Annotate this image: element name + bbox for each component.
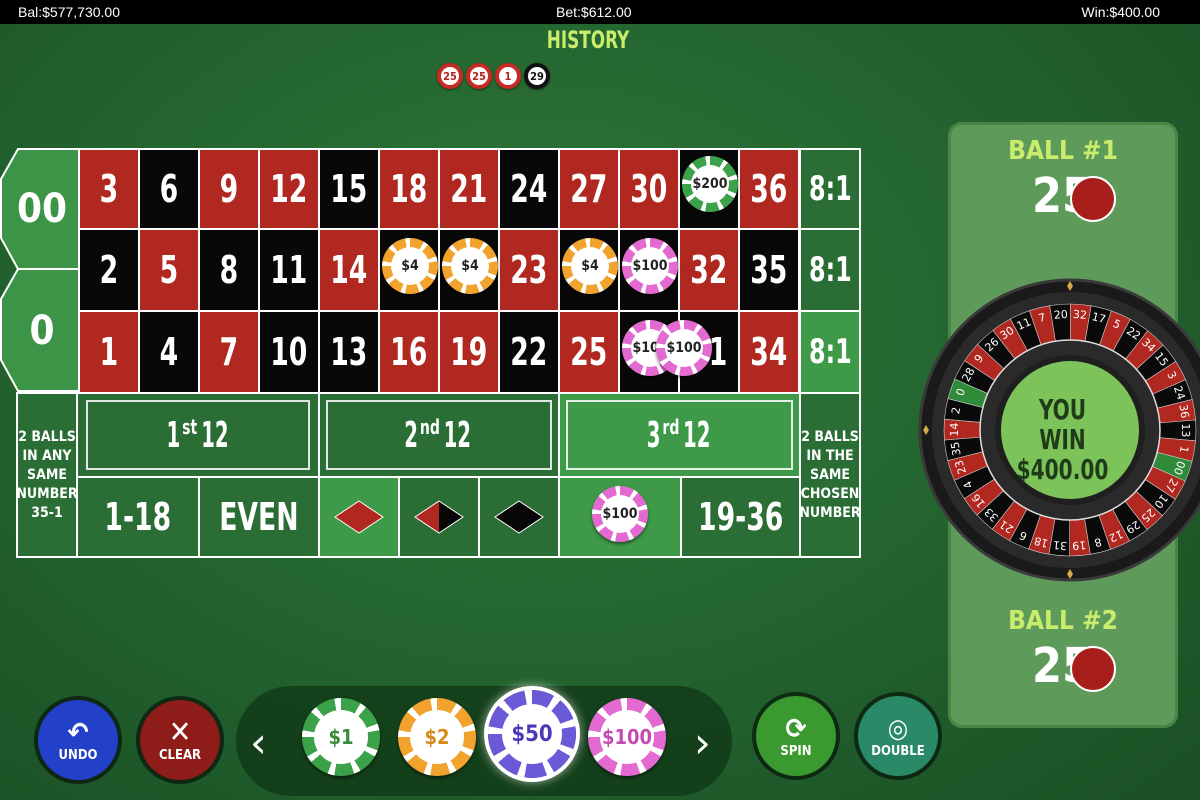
placed-chip: $100: [656, 320, 712, 376]
undo-button[interactable]: ↶ UNDO: [38, 700, 118, 780]
balance-display: Bal:$577,730.00: [18, 4, 120, 20]
column-bet-bottom[interactable]: 8:1: [799, 310, 861, 394]
number-cell-5[interactable]: 5: [138, 228, 200, 312]
history-ball: 29: [524, 63, 550, 89]
red-bet[interactable]: [318, 476, 400, 558]
bet-00-label: 00: [16, 186, 68, 232]
placed-chip: $4: [382, 238, 438, 294]
column-bet-middle[interactable]: 8:1: [799, 228, 861, 312]
wheel-number: 20: [1053, 308, 1068, 322]
bet-00[interactable]: 00: [0, 148, 80, 270]
spin-button[interactable]: ⟳ SPIN: [756, 696, 836, 776]
placed-chip: $100: [592, 486, 648, 542]
placed-chip: $4: [442, 238, 498, 294]
ball-2-color: [1070, 646, 1116, 692]
number-cell-3[interactable]: 3: [78, 148, 140, 230]
black-bet[interactable]: [478, 476, 560, 558]
ball-1-color: [1070, 176, 1116, 222]
wheel-number: 32: [1072, 308, 1087, 322]
number-cell-30[interactable]: 30: [618, 148, 680, 230]
number-cell-25[interactable]: 25: [558, 310, 620, 394]
number-cell-4[interactable]: 4: [138, 310, 200, 394]
dozen-2-bet[interactable]: 2nd 12: [318, 392, 560, 478]
dozen-3-bet[interactable]: 3rd 12: [558, 392, 801, 478]
number-cell-35[interactable]: 35: [738, 228, 800, 312]
top-status-bar: Bal:$577,730.00 Bet:$612.00 Win:$400.00: [0, 0, 1200, 24]
number-cell-16[interactable]: 16: [378, 310, 440, 394]
clear-button[interactable]: ✕ CLEAR: [140, 700, 220, 780]
bet-display: Bet:$612.00: [556, 4, 632, 20]
wheel-number: 35: [948, 441, 963, 457]
chip-50-button[interactable]: $50: [488, 690, 576, 778]
ball-2-title: BALL #2: [1008, 606, 1118, 636]
any-same-number-bet[interactable]: 2 BALLS IN ANY SAME NUMBER 35-1: [16, 392, 78, 558]
chip-100-button[interactable]: $100: [588, 698, 666, 776]
wheel-number: 31: [1053, 538, 1068, 552]
history-ball: 25: [466, 63, 492, 89]
number-cell-27[interactable]: 27: [558, 148, 620, 230]
number-cell-9[interactable]: 9: [198, 148, 260, 230]
chip-1-button[interactable]: $1: [302, 698, 380, 776]
double-button[interactable]: ◎ DOUBLE: [858, 696, 938, 776]
number-cell-24[interactable]: 24: [498, 148, 560, 230]
number-cell-8[interactable]: 8: [198, 228, 260, 312]
low-bet[interactable]: 1-18: [76, 476, 200, 558]
number-cell-11[interactable]: 11: [258, 228, 320, 312]
number-cell-6[interactable]: 6: [138, 148, 200, 230]
history-title: HISTORY: [546, 26, 630, 54]
number-cell-21[interactable]: 21: [438, 148, 500, 230]
undo-icon: ↶: [67, 715, 89, 749]
placed-chip: $100: [622, 238, 678, 294]
number-cell-14[interactable]: 14: [318, 228, 380, 312]
wheel-number: 14: [948, 423, 961, 437]
split-color-bet[interactable]: [398, 476, 480, 558]
win-message: YOU WIN $400.00: [1016, 393, 1109, 486]
close-icon: ✕: [168, 714, 192, 750]
red-diamond-icon: [334, 500, 384, 534]
chip-2-button[interactable]: $2: [398, 698, 476, 776]
even-bet[interactable]: EVEN: [198, 476, 320, 558]
number-cell-7[interactable]: 7: [198, 310, 260, 394]
number-cell-15[interactable]: 15: [318, 148, 380, 230]
ball-1-title: BALL #1: [1008, 136, 1118, 166]
bet-0-label: 0: [29, 308, 55, 354]
wheel-number: 19: [1072, 538, 1087, 552]
number-cell-2[interactable]: 2: [78, 228, 140, 312]
refresh-icon: ⟳: [785, 711, 807, 745]
number-cell-36[interactable]: 36: [738, 148, 800, 230]
number-cell-1[interactable]: 1: [78, 310, 140, 394]
number-cell-34[interactable]: 34: [738, 310, 800, 394]
high-bet[interactable]: 19-36: [680, 476, 801, 558]
number-cell-19[interactable]: 19: [438, 310, 500, 394]
chips-prev-button[interactable]: ‹: [250, 718, 267, 767]
wheel-number: 13: [1179, 423, 1192, 437]
number-cell-12[interactable]: 12: [258, 148, 320, 230]
win-display: Win:$400.00: [1081, 4, 1160, 20]
placed-chip: $4: [562, 238, 618, 294]
column-bet-top[interactable]: 8:1: [799, 148, 861, 230]
double-chips-icon: ◎: [887, 713, 909, 744]
black-diamond-icon: [494, 500, 544, 534]
red-black-diamond-icon: [414, 500, 464, 534]
bet-0[interactable]: 0: [0, 268, 80, 392]
number-cell-32[interactable]: 32: [678, 228, 740, 312]
history-ball: 25: [437, 63, 463, 89]
number-cell-13[interactable]: 13: [318, 310, 380, 394]
placed-chip: $200: [682, 156, 738, 212]
chosen-number-bet[interactable]: 2 BALLS IN THE SAME CHOSEN NUMBER: [799, 392, 861, 558]
history-results: 25 25 1 29: [437, 63, 550, 89]
wheel-number: 36: [1176, 403, 1191, 419]
number-cell-22[interactable]: 22: [498, 310, 560, 394]
dozen-1-bet[interactable]: 1st 12: [76, 392, 320, 478]
number-cell-10[interactable]: 10: [258, 310, 320, 394]
number-cell-23[interactable]: 23: [498, 228, 560, 312]
history-ball: 1: [495, 63, 521, 89]
chips-next-button[interactable]: ›: [694, 718, 711, 767]
number-cell-18[interactable]: 18: [378, 148, 440, 230]
